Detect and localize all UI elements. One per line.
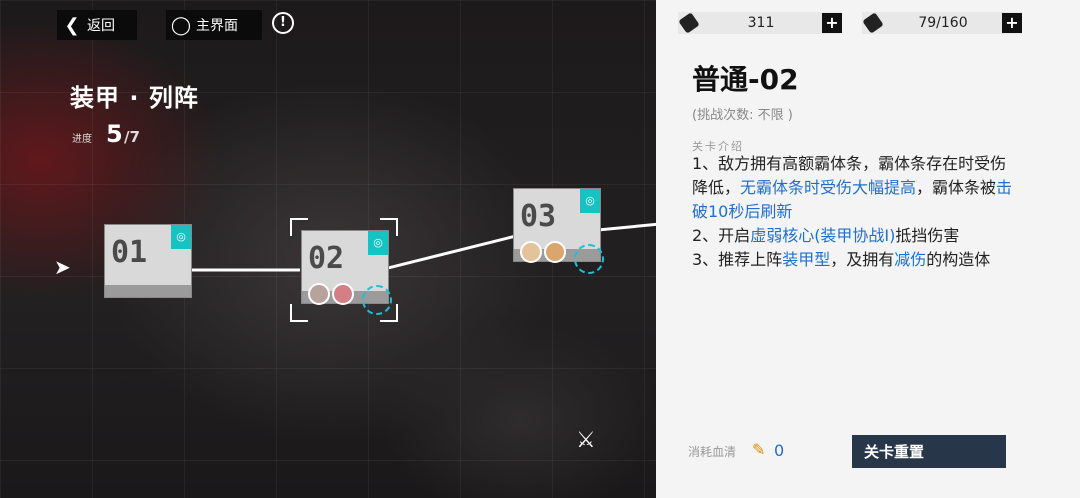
support-ring-icon (362, 285, 392, 315)
stage-tag-icon: ◎ (368, 231, 388, 255)
ticket-icon (678, 12, 700, 34)
avatar (544, 241, 566, 263)
desc-text: 2、开启 (692, 226, 751, 245)
stage-number: 03 (520, 199, 557, 234)
desc-text: ，及拥有 (830, 250, 895, 269)
desc-text: 的构造体 (926, 250, 991, 269)
desc-highlight: 虚弱核心(装甲协战I) (750, 226, 896, 245)
stage-tag-icon: ◎ (580, 189, 600, 213)
selection-bracket-bl (290, 304, 308, 322)
desc-text: 3、推荐上阵 (692, 250, 783, 269)
stage-reset-button[interactable]: 关卡重置 (852, 435, 1006, 468)
attempts-text: (挑战次数: 不限 ) (692, 108, 793, 123)
desc-line-2: 2、开启虚弱核心(装甲协战I)抵挡伤害 (692, 224, 1022, 248)
add-serum-button[interactable]: + (1002, 13, 1022, 33)
cost-value: 0 (774, 441, 785, 460)
desc-line-1: 1、敌方拥有高额霸体条，霸体条存在时受伤降低，无霸体条时受伤大幅提高，霸体条被击… (692, 152, 1022, 224)
desc-text: ，霸体条被 (916, 178, 997, 197)
avatar (520, 241, 542, 263)
desc-highlight: 装甲型 (782, 250, 831, 269)
add-ticket-button[interactable]: + (822, 13, 842, 33)
crossed-swords-icon[interactable]: ⚔ (576, 428, 596, 453)
avatar (308, 283, 330, 305)
desc-line-3: 3、推荐上阵装甲型，及拥有减伤的构造体 (692, 248, 1022, 272)
desc-text: 抵挡伤害 (895, 226, 960, 245)
stage-number: 02 (308, 241, 345, 276)
resource-ticket: 311 + (678, 12, 842, 34)
resource-serum: 79/160 + (862, 12, 1022, 34)
resource-value: 79/160 (918, 15, 968, 31)
support-ring-icon (574, 244, 604, 274)
stage-description: 1、敌方拥有高额霸体条，霸体条存在时受伤降低，无霸体条时受伤大幅提高，霸体条被击… (692, 152, 1022, 272)
stage-number: 01 (111, 235, 148, 270)
resource-value: 311 (747, 15, 775, 31)
avatar (332, 283, 354, 305)
stage-footer (105, 285, 191, 297)
cost-label: 消耗血清 (688, 445, 737, 459)
desc-highlight: 减伤 (894, 250, 927, 269)
serum-icon: ✎ (752, 440, 766, 459)
stage-map: ❮ 返回 ◯ 主界面 ! 装甲 · 列阵 进度 5 /7 ➤ 01 ◎ 02 ◎… (0, 0, 660, 498)
stage-tag-icon: ◎ (171, 225, 191, 249)
desc-highlight: 无霸体条时受伤大幅提高 (740, 178, 917, 197)
stage-title: 普通-02 (692, 63, 799, 96)
stage-card-01[interactable]: 01 ◎ (104, 224, 192, 298)
serum-icon (862, 12, 884, 34)
